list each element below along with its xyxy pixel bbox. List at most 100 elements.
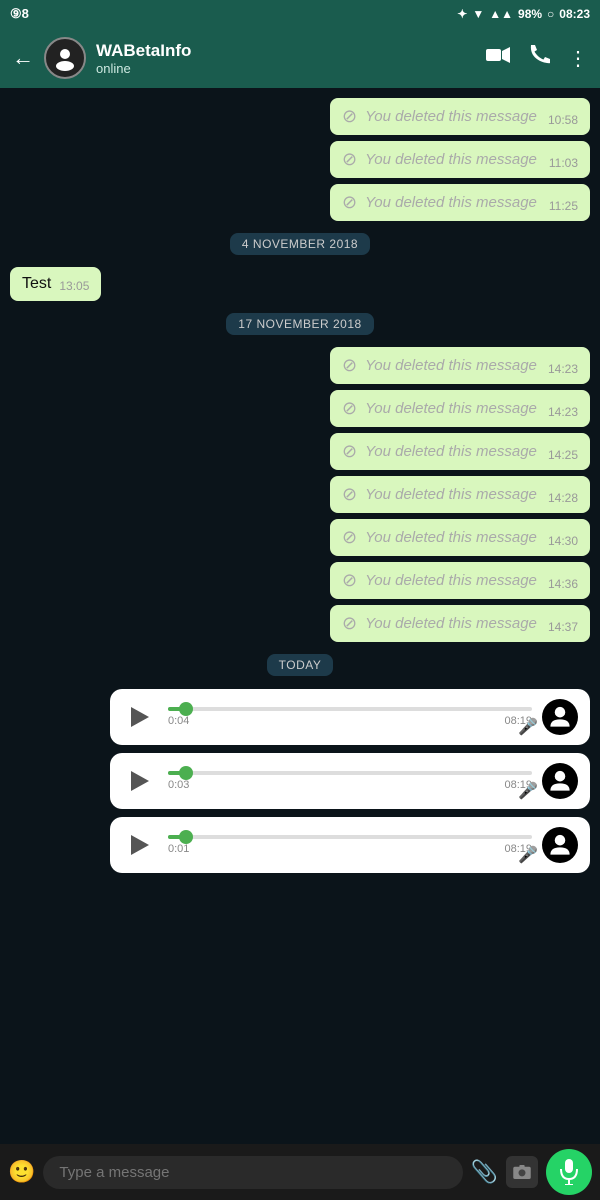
deleted-text: You deleted this message <box>365 108 540 125</box>
camera-button[interactable] <box>506 1156 538 1188</box>
audio-message: 0:04 08:19 🎤 <box>110 689 590 745</box>
audio-message: 0:01 08:19 🎤 <box>110 817 590 873</box>
date-label: 4 NOVEMBER 2018 <box>230 233 370 255</box>
deleted-text: You deleted this message <box>365 194 541 211</box>
audio-play-button[interactable] <box>122 699 158 735</box>
status-bar: ⑨8 ✦ ▼ ▲▲ 98% ○ 08:23 <box>0 0 600 28</box>
deleted-message: ⊘ You deleted this message 11:03 <box>330 141 590 178</box>
contact-status: online <box>96 61 476 76</box>
notification-badge: ⑨8 <box>10 6 29 22</box>
date-label: 17 NOVEMBER 2018 <box>226 313 373 335</box>
audio-waveform: 0:03 08:19 <box>168 771 532 791</box>
message-time: 14:37 <box>548 620 578 634</box>
audio-progress-track[interactable] <box>168 835 532 839</box>
deleted-text: You deleted this message <box>365 486 540 503</box>
status-right: ✦ ▼ ▲▲ 98% ○ 08:23 <box>457 7 590 21</box>
ban-icon: ⊘ <box>342 149 357 170</box>
more-options-icon[interactable]: ⋮ <box>568 46 588 71</box>
audio-progress-dot <box>179 702 193 716</box>
signal-icon: ▲▲ <box>489 7 513 21</box>
audio-waveform: 0:04 08:19 <box>168 707 532 727</box>
ban-icon: ⊘ <box>342 527 357 548</box>
audio-times: 0:04 08:19 <box>168 715 532 727</box>
audio-elapsed: 0:03 <box>168 779 189 791</box>
emoji-icon[interactable]: 🙂 <box>8 1159 35 1185</box>
ban-icon: ⊘ <box>342 355 357 376</box>
ban-icon: ⊘ <box>342 192 357 213</box>
header-actions: ⋮ <box>486 44 588 72</box>
video-call-icon[interactable] <box>486 46 510 70</box>
audio-progress-track[interactable] <box>168 771 532 775</box>
deleted-text: You deleted this message <box>365 572 540 589</box>
ban-icon: ⊘ <box>342 441 357 462</box>
deleted-message: ⊘ You deleted this message 14:28 <box>330 476 590 513</box>
date-label: TODAY <box>267 654 334 676</box>
chat-area: ⊘ You deleted this message 10:58 ⊘ You d… <box>0 88 600 1144</box>
contact-name: WABetaInfo <box>96 41 476 61</box>
contact-info[interactable]: WABetaInfo online <box>96 41 476 76</box>
message-time: 14:36 <box>548 577 578 591</box>
message-text: Test <box>22 275 51 293</box>
mic-send-button[interactable] <box>546 1149 592 1195</box>
audio-sender-avatar <box>542 827 578 863</box>
status-left: ⑨8 <box>10 6 29 22</box>
audio-progress-track[interactable] <box>168 707 532 711</box>
deleted-message: ⊘ You deleted this message 14:36 <box>330 562 590 599</box>
ban-icon: ⊘ <box>342 613 357 634</box>
audio-play-button[interactable] <box>122 763 158 799</box>
ban-icon: ⊘ <box>342 484 357 505</box>
audio-progress-dot <box>179 830 193 844</box>
audio-sender-avatar <box>542 763 578 799</box>
deleted-text: You deleted this message <box>365 151 541 168</box>
date-divider-nov17: 17 NOVEMBER 2018 <box>10 313 590 335</box>
battery-icon: ○ <box>547 7 554 21</box>
message-input[interactable] <box>43 1156 462 1189</box>
audio-message: 0:03 08:19 🎤 <box>110 753 590 809</box>
audio-progress-dot <box>179 766 193 780</box>
audio-progress-fill <box>168 771 186 775</box>
audio-elapsed: 0:04 <box>168 715 189 727</box>
date-divider-today: TODAY <box>10 654 590 676</box>
audio-elapsed: 0:01 <box>168 843 189 855</box>
message-time: 11:03 <box>549 156 578 170</box>
deleted-message: ⊘ You deleted this message 10:58 <box>330 98 590 135</box>
microphone-icon: 🎤 <box>518 717 538 737</box>
call-icon[interactable] <box>528 44 550 72</box>
deleted-message: ⊘ You deleted this message 11:25 <box>330 184 590 221</box>
ban-icon: ⊘ <box>342 106 357 127</box>
wifi-icon: ▼ <box>472 7 484 21</box>
ban-icon: ⊘ <box>342 570 357 591</box>
deleted-message: ⊘ You deleted this message 14:37 <box>330 605 590 642</box>
deleted-text: You deleted this message <box>365 615 540 632</box>
contact-avatar[interactable] <box>44 37 86 79</box>
date-divider-nov4: 4 NOVEMBER 2018 <box>10 233 590 255</box>
back-button[interactable]: ← <box>12 45 34 71</box>
bluetooth-icon: ✦ <box>457 7 467 21</box>
attach-icon[interactable]: 📎 <box>471 1159 498 1185</box>
message-time: 14:23 <box>548 405 578 419</box>
message-time: 14:23 <box>548 362 578 376</box>
audio-waveform: 0:01 08:19 <box>168 835 532 855</box>
audio-sender-avatar <box>542 699 578 735</box>
audio-progress-fill <box>168 835 186 839</box>
audio-times: 0:01 08:19 <box>168 843 532 855</box>
deleted-message: ⊘ You deleted this message 14:25 <box>330 433 590 470</box>
message-time: 11:25 <box>549 199 578 213</box>
audio-play-button[interactable] <box>122 827 158 863</box>
audio-times: 0:03 08:19 <box>168 779 532 791</box>
microphone-icon: 🎤 <box>518 845 538 865</box>
deleted-text: You deleted this message <box>365 357 540 374</box>
microphone-icon: 🎤 <box>518 781 538 801</box>
deleted-message: ⊘ You deleted this message 14:23 <box>330 347 590 384</box>
message-time: 14:28 <box>548 491 578 505</box>
battery-text: 98% <box>518 7 542 21</box>
message-time: 10:58 <box>548 113 578 127</box>
ban-icon: ⊘ <box>342 398 357 419</box>
deleted-text: You deleted this message <box>365 529 540 546</box>
message-time: 14:30 <box>548 534 578 548</box>
chat-header: ← WABetaInfo online ⋮ <box>0 28 600 88</box>
deleted-message: ⊘ You deleted this message 14:23 <box>330 390 590 427</box>
clock: 08:23 <box>559 7 590 21</box>
message-input-bar: 🙂 📎 <box>0 1144 600 1200</box>
message-time: 14:25 <box>548 448 578 462</box>
